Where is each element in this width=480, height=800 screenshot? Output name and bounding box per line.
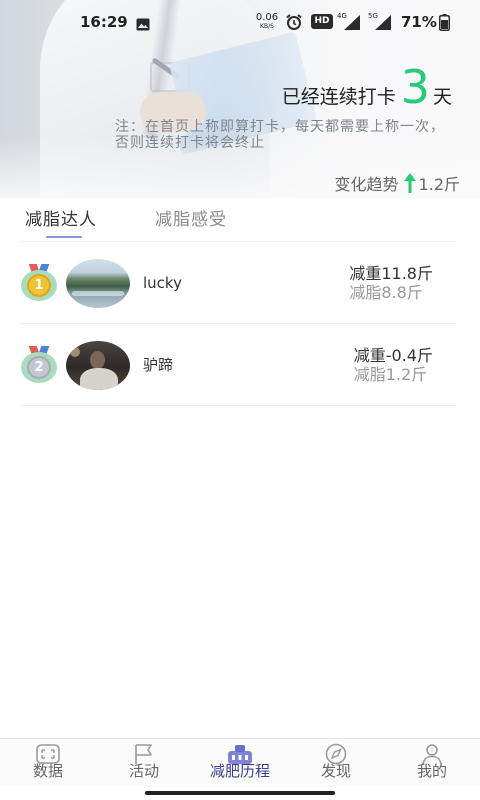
signal-icon (344, 15, 360, 30)
avatar-photo-body (80, 368, 118, 390)
status-bar: 16:29 0.06 KB/S HD 4G 5G 71% (0, 0, 480, 44)
weight-change: 减重-0.4斤 (353, 346, 433, 365)
fat-change: 减脂8.8斤 (349, 283, 423, 302)
net-speed-unit: KB/S (260, 23, 274, 30)
rank-number: 1 (27, 274, 51, 297)
alarm-icon (285, 13, 303, 31)
medal-disc: 2 (21, 352, 57, 383)
signal-icon (375, 15, 391, 30)
silver-medal-icon: 2 (20, 346, 58, 384)
tab-fat-loss-stars[interactable]: 减脂达人 (25, 209, 97, 231)
streak-note-line-1: 注：在首页上称即算打卡，每天都需要上称一次， (115, 119, 445, 135)
hd-badge: HD (311, 14, 333, 29)
trend-value: 1.2斤 (418, 175, 460, 194)
app-screen: 已经连续打卡 3 天 注：在首页上称即算打卡，每天都需要上称一次， 否则连续打卡… (0, 0, 480, 800)
ranking-list: 1 lucky 减重11.8斤 减脂8.8斤 2 驴蹄 减重-0.4斤 减脂1.… (20, 241, 456, 406)
streak-prefix: 已经连续打卡 (281, 86, 396, 108)
rank-number: 2 (27, 356, 51, 379)
net-speed: 0.06 KB/S (255, 12, 279, 34)
battery-percent: 71% (401, 13, 437, 31)
loss-stats: 减重-0.4斤 减脂1.2斤 (354, 346, 433, 384)
list-item[interactable]: 1 lucky 减重11.8斤 减脂8.8斤 (20, 242, 456, 324)
nav-label: 发现 (320, 762, 351, 780)
active-tab-indicator (46, 236, 82, 238)
nav-item-discover[interactable]: 发现 (288, 739, 384, 786)
fat-change: 减脂1.2斤 (353, 365, 428, 384)
nav-label: 我的 (416, 762, 447, 780)
nav-item-activity[interactable]: 活动 (96, 739, 192, 786)
avatar-photo-light (70, 347, 80, 357)
nav-item-data[interactable]: 数据 (0, 739, 96, 786)
streak-note-line-2: 否则连续打卡将会终止 (115, 135, 265, 151)
trend-label: 变化趋势 (334, 175, 399, 194)
user-name: lucky (143, 274, 182, 292)
avatar-photo-water (72, 291, 124, 296)
tab-fat-loss-feelings[interactable]: 减脂感受 (155, 209, 227, 231)
home-indicator[interactable] (145, 791, 335, 795)
nav-item-progress[interactable]: 减肥历程 (192, 739, 288, 786)
user-name: 驴蹄 (143, 356, 174, 374)
gallery-icon (136, 16, 150, 31)
weight-change: 减重11.8斤 (349, 264, 433, 283)
battery-icon (439, 14, 450, 31)
list-item[interactable]: 2 驴蹄 减重-0.4斤 减脂1.2斤 (20, 324, 456, 406)
bottom-nav: 数据 活动 减肥历程 发现 我的 (0, 738, 480, 786)
ranking-tabs: 减脂达人 减脂感受 (0, 198, 480, 241)
gold-medal-icon: 1 (20, 264, 58, 302)
nav-label: 数据 (32, 762, 63, 780)
loss-stats: 减重11.8斤 减脂8.8斤 (349, 264, 433, 302)
avatar (66, 341, 130, 390)
trend-indicator[interactable]: 变化趋势 1.2斤 (334, 173, 460, 194)
streak-counter: 已经连续打卡 3 天 (281, 60, 452, 114)
avatar-photo-head (90, 351, 105, 369)
streak-suffix: 天 (432, 86, 452, 108)
nav-item-profile[interactable]: 我的 (384, 739, 480, 786)
streak-days: 3 (400, 60, 430, 114)
status-time: 16:29 (80, 13, 128, 31)
net-speed-value: 0.06 (255, 12, 279, 23)
arrow-up-icon (403, 173, 416, 193)
avatar (66, 259, 130, 308)
medal-disc: 1 (21, 270, 57, 301)
nav-label: 减肥历程 (209, 762, 270, 780)
nav-label: 活动 (128, 762, 159, 780)
